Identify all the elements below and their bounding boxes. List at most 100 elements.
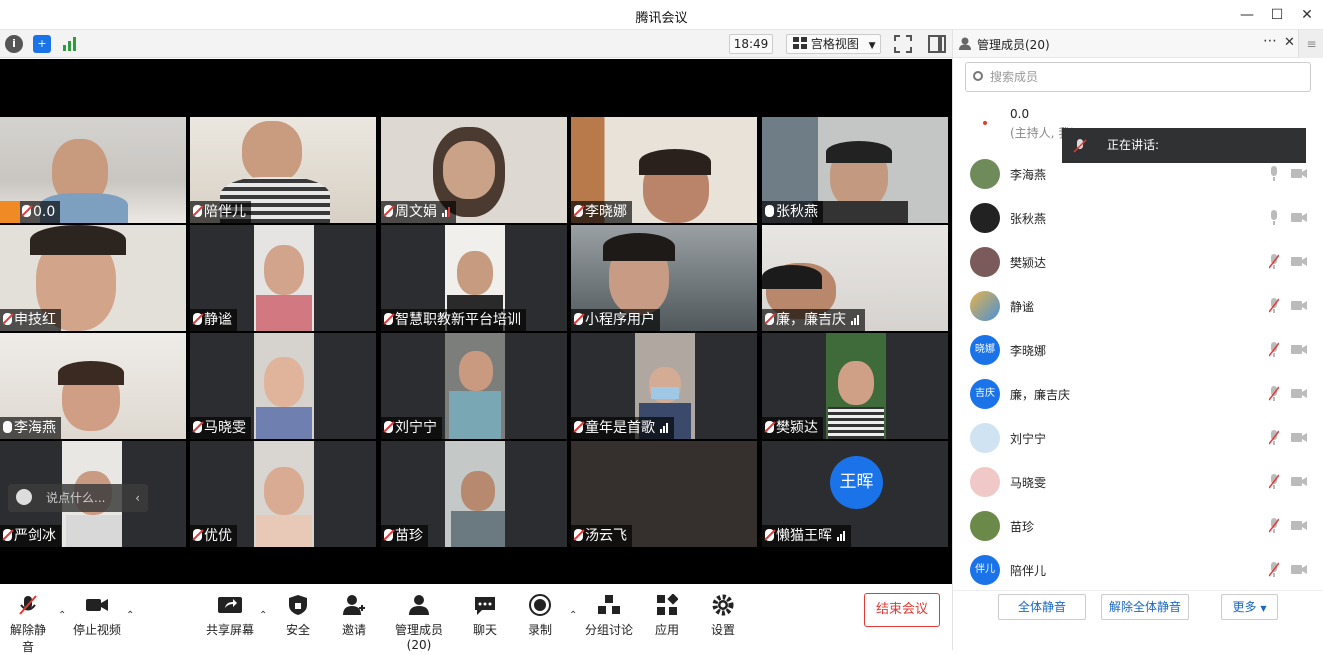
more-button[interactable]: 更多 ▼	[1221, 594, 1278, 620]
chevron-left-icon[interactable]: ‹	[135, 484, 140, 512]
search-members-input[interactable]: 搜索成员	[965, 62, 1311, 92]
video-tile[interactable]: 刘宁宁	[381, 333, 567, 439]
avatar	[970, 159, 1000, 189]
meeting-clock: 18:49	[729, 34, 773, 54]
video-tile[interactable]: 静谧	[190, 225, 376, 331]
chat-input[interactable]: 说点什么... ‹	[8, 484, 148, 512]
unmute-all-button[interactable]: 解除全体静音	[1101, 594, 1189, 620]
emoji-icon[interactable]	[16, 489, 32, 505]
chevron-up-icon[interactable]: ⌃	[259, 610, 267, 621]
control-bar: 解除静音 ⌃ 停止视频 ⌃ 共享屏幕 ⌃ 安全 邀请 管理成员(20) 聊天 录…	[0, 584, 952, 654]
video-tile[interactable]: 樊颍达	[762, 333, 948, 439]
breakout-rooms-button[interactable]: 分组讨论	[585, 594, 633, 638]
video-tile[interactable]: 智慧职教新平台培训	[381, 225, 567, 331]
mic-muted-icon	[574, 529, 583, 541]
list-item[interactable]: 苗珍	[953, 504, 1323, 548]
video-tile[interactable]: 小程序用户	[571, 225, 757, 331]
camera-icon	[1291, 345, 1307, 354]
meeting-toolbar: i + 18:49 宫格视图 ▼	[0, 30, 952, 58]
member-name: 0.0	[1010, 107, 1030, 121]
stop-video-button[interactable]: 停止视频	[73, 594, 121, 638]
participant-name: 优优	[204, 528, 232, 544]
title-bar: 腾讯会议 — ☐ ✕	[0, 0, 1323, 30]
shield-icon[interactable]: +	[33, 35, 51, 53]
chevron-up-icon[interactable]: ⌃	[58, 610, 66, 621]
info-icon[interactable]: i	[5, 35, 23, 53]
video-tile[interactable]: 周文娟	[381, 117, 567, 223]
avatar: •	[970, 109, 1000, 139]
avatar	[970, 203, 1000, 233]
end-meeting-button[interactable]: 结束会议	[864, 593, 940, 627]
layout-toggle-icon[interactable]	[928, 35, 946, 53]
more-options-icon[interactable]: ⋯	[1263, 33, 1277, 49]
mic-muted-icon	[765, 313, 774, 325]
avatar	[970, 511, 1000, 541]
video-tile[interactable]: 汤云飞	[571, 441, 757, 547]
chevron-down-icon: ▼	[868, 41, 876, 51]
video-tile[interactable]: 马晓雯	[190, 333, 376, 439]
members-panel: 管理成员(20) ⋯ ✕ ≡ 搜索成员 • 0.0 (主持人, 我) 李海燕 张…	[952, 30, 1323, 650]
chat-button[interactable]: 聊天	[473, 594, 497, 638]
share-screen-label: 共享屏幕	[206, 623, 255, 637]
menu-icon[interactable]: ≡	[1298, 30, 1323, 58]
view-mode-select[interactable]: 宫格视图 ▼	[786, 34, 881, 54]
mic-muted-icon	[193, 205, 202, 217]
mic-muted-icon	[3, 313, 12, 325]
maximize-button[interactable]: ☐	[1264, 3, 1290, 27]
list-item[interactable]: 伴儿 陪伴儿	[953, 548, 1323, 592]
video-tile[interactable]: 0.0	[0, 117, 186, 223]
unmute-button[interactable]: 解除静音	[5, 594, 51, 655]
signal-icon[interactable]	[61, 35, 79, 53]
close-panel-icon[interactable]: ✕	[1284, 35, 1295, 50]
invite-button[interactable]: 邀请	[340, 594, 368, 638]
video-tile[interactable]: 陪伴儿	[190, 117, 376, 223]
list-item[interactable]: 樊颍达	[953, 240, 1323, 284]
fullscreen-icon[interactable]	[894, 35, 912, 53]
share-screen-icon	[218, 597, 242, 613]
mic-muted-icon	[3, 529, 12, 541]
list-item[interactable]: 刘宁宁	[953, 416, 1323, 460]
video-tile[interactable]: 王晖 懒猫王晖	[762, 441, 948, 547]
mic-muted-icon	[384, 205, 393, 217]
video-tile[interactable]: 廉，廉吉庆	[762, 225, 948, 331]
camera-icon	[1291, 389, 1307, 398]
search-placeholder: 搜索成员	[990, 70, 1039, 84]
record-button[interactable]: 录制	[526, 594, 554, 638]
mic-muted-icon	[574, 421, 583, 433]
mic-muted-icon	[193, 313, 202, 325]
camera-icon	[1291, 477, 1307, 486]
list-item[interactable]: 吉庆 廉，廉吉庆	[953, 372, 1323, 416]
member-name: 刘宁宁	[1010, 432, 1047, 446]
video-tile[interactable]: 申技红	[0, 225, 186, 331]
video-tile[interactable]: 张秋燕	[762, 117, 948, 223]
list-item[interactable]: 静谧	[953, 284, 1323, 328]
video-tile[interactable]: 童年是首歌	[571, 333, 757, 439]
list-item[interactable]: 晓娜 李晓娜	[953, 328, 1323, 372]
list-item[interactable]: 马晓雯	[953, 460, 1323, 504]
minimize-button[interactable]: —	[1234, 3, 1260, 27]
video-tile[interactable]: 苗珍	[381, 441, 567, 547]
member-name: 张秋燕	[1010, 212, 1047, 226]
signal-bars-icon	[851, 310, 860, 331]
settings-button[interactable]: 设置	[709, 594, 737, 638]
chevron-up-icon[interactable]: ⌃	[569, 610, 577, 621]
unmute-label: 解除静音	[9, 623, 46, 654]
record-label: 录制	[527, 623, 552, 637]
chevron-up-icon[interactable]: ⌃	[126, 610, 134, 621]
participant-name: 李海燕	[14, 420, 56, 436]
list-item[interactable]: 张秋燕	[953, 196, 1323, 240]
video-tile[interactable]: 优优	[190, 441, 376, 547]
close-button[interactable]: ✕	[1294, 3, 1320, 27]
participant-name: 小程序用户	[585, 312, 655, 328]
view-mode-label: 宫格视图	[810, 37, 859, 51]
participant-name: 汤云飞	[585, 528, 627, 544]
participant-name: 静谧	[204, 312, 232, 328]
video-tile[interactable]: 李晓娜	[571, 117, 757, 223]
video-tile[interactable]: 李海燕	[0, 333, 186, 439]
apps-button[interactable]: 应用	[653, 594, 681, 638]
mute-all-button[interactable]: 全体静音	[998, 594, 1086, 620]
manage-members-button[interactable]: 管理成员(20)	[384, 594, 454, 652]
security-button[interactable]: 安全	[284, 594, 312, 638]
mic-muted-icon	[1269, 342, 1279, 357]
share-screen-button[interactable]: 共享屏幕	[206, 594, 254, 638]
